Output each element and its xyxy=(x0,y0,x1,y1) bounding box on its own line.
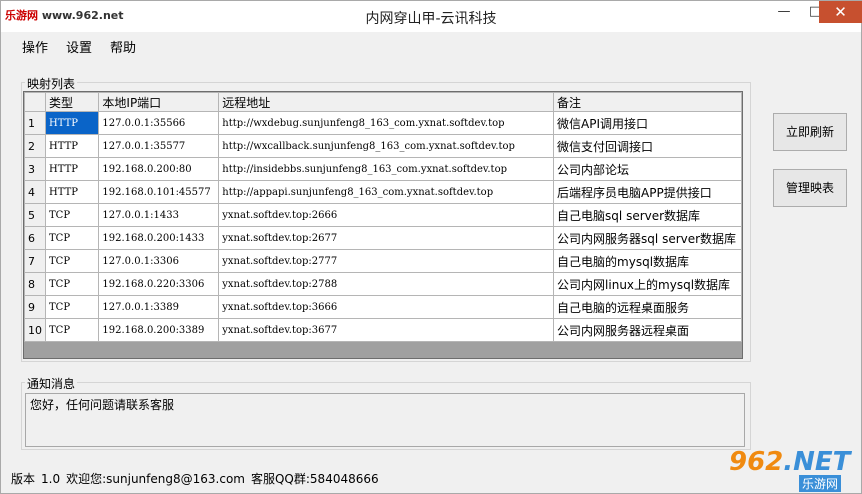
title-bar: 乐游网 www.962.net 内网穿山甲-云讯科技 — □ ✕ xyxy=(1,1,862,32)
cell-note[interactable]: 自己电脑的远程桌面服务 xyxy=(553,295,742,319)
site-logo: 962.NET 乐游网 xyxy=(729,445,857,492)
cell-note[interactable]: 公司内网linux上的mysql数据库 xyxy=(553,272,742,296)
cell-remote[interactable]: http://wxdebug.sunjunfeng8_163_com.yxnat… xyxy=(218,111,555,135)
cell-remote[interactable]: http://appapi.sunjunfeng8_163_com.yxnat.… xyxy=(218,180,555,204)
menu-bar: 操作 设置 帮助 xyxy=(1,32,861,56)
row-number[interactable]: 7 xyxy=(24,249,46,273)
table-header-row: 类型 本地IP端口 远程地址 备注 xyxy=(24,92,742,112)
welcome-text: 欢迎您:sunjunfeng8@163.com xyxy=(66,472,245,486)
table-row[interactable]: 10 TCP 192.168.0.200:3389 yxnat.softdev.top… xyxy=(24,318,742,342)
notice-text: 您好，任何问题请联系客服 xyxy=(30,398,175,412)
table-row[interactable]: 1 HTTP 127.0.0.1:35566 http://wxdebug.sunju… xyxy=(24,111,742,135)
cell-local[interactable]: 127.0.0.1:1433 xyxy=(98,203,220,227)
cell-local[interactable]: 127.0.0.1:35566 xyxy=(98,111,220,135)
logo-number: 962 xyxy=(729,447,784,477)
cell-local[interactable]: 192.168.0.220:3306 xyxy=(98,272,220,296)
cell-remote[interactable]: yxnat.softdev.top:2788 xyxy=(218,272,555,296)
cell-remote[interactable]: yxnat.softdev.top:3677 xyxy=(218,318,555,342)
version-label: 版本 xyxy=(11,472,36,486)
cell-note[interactable]: 微信支付回调接口 xyxy=(553,134,742,158)
close-button[interactable]: ✕ xyxy=(819,1,862,23)
row-number[interactable]: 8 xyxy=(24,272,46,296)
cell-type[interactable]: TCP xyxy=(44,318,100,342)
column-header-local[interactable]: 本地IP端口 xyxy=(98,92,220,112)
cell-remote[interactable]: yxnat.softdev.top:2666 xyxy=(218,203,555,227)
mapping-group-title: 映射列表 xyxy=(25,75,78,92)
manage-button[interactable]: 管理映表 xyxy=(773,169,847,207)
notice-group-title: 通知消息 xyxy=(25,375,78,392)
app-window: 乐游网 www.962.net 内网穿山甲-云讯科技 — □ ✕ 操作 设置 帮… xyxy=(0,0,862,494)
window-title: 内网穿山甲-云讯科技 xyxy=(365,11,497,27)
menu-settings[interactable]: 设置 xyxy=(66,37,92,56)
table-row[interactable]: 9 TCP 127.0.0.1:3389 yxnat.softdev.top:3666… xyxy=(24,295,742,319)
cell-local[interactable]: 192.168.0.200:3389 xyxy=(98,318,220,342)
minimize-button[interactable]: — xyxy=(767,1,801,23)
table-row[interactable]: 7 TCP 127.0.0.1:3306 yxnat.softdev.top:2777… xyxy=(24,249,742,273)
cell-type[interactable]: HTTP xyxy=(44,157,100,181)
cell-remote[interactable]: http://insidebbs.sunjunfeng8_163_com.yxn… xyxy=(218,157,555,181)
cell-note[interactable]: 自己电脑的mysql数据库 xyxy=(553,249,742,273)
cell-local[interactable]: 127.0.0.1:3389 xyxy=(98,295,220,319)
cell-type[interactable]: TCP xyxy=(44,295,100,319)
table-row[interactable]: 5 TCP 127.0.0.1:1433 yxnat.softdev.top:2666… xyxy=(24,203,742,227)
cell-local[interactable]: 127.0.0.1:3306 xyxy=(98,249,220,273)
menu-help[interactable]: 帮助 xyxy=(110,37,136,56)
table-row[interactable]: 8 TCP 192.168.0.220:3306 yxnat.softdev.top:… xyxy=(24,272,742,296)
qq-group-text: 客服QQ群:584048666 xyxy=(250,472,379,486)
cell-local[interactable]: 192.168.0.200:1433 xyxy=(98,226,220,250)
cell-remote[interactable]: yxnat.softdev.top:3666 xyxy=(218,295,555,319)
row-number[interactable]: 5 xyxy=(24,203,46,227)
cell-local[interactable]: 192.168.0.200:80 xyxy=(98,157,220,181)
cell-remote[interactable]: yxnat.softdev.top:2677 xyxy=(218,226,555,250)
cell-note[interactable]: 微信API调用接口 xyxy=(553,111,742,135)
cell-type[interactable]: TCP xyxy=(44,249,100,273)
cell-note[interactable]: 公司内部论坛 xyxy=(553,157,742,181)
column-header-remote[interactable]: 远程地址 xyxy=(218,92,555,112)
menu-operate[interactable]: 操作 xyxy=(22,37,48,56)
cell-type[interactable]: HTTP xyxy=(44,180,100,204)
cell-note[interactable]: 公司内网服务器远程桌面 xyxy=(553,318,742,342)
cell-type[interactable]: TCP xyxy=(44,203,100,227)
cell-note[interactable]: 公司内网服务器sql server数据库 xyxy=(553,226,742,250)
cell-remote[interactable]: yxnat.softdev.top:2777 xyxy=(218,249,555,273)
row-number[interactable]: 2 xyxy=(24,134,46,158)
table-row[interactable]: 3 HTTP 192.168.0.200:80 http://insidebbs.su… xyxy=(24,157,742,181)
table-row[interactable]: 4 HTTP 192.168.0.101:45577 http://appapi.su… xyxy=(24,180,742,204)
row-number[interactable]: 10 xyxy=(24,318,46,342)
cell-type[interactable]: TCP xyxy=(44,226,100,250)
table-row[interactable]: 6 TCP 192.168.0.200:1433 yxnat.softdev.top:… xyxy=(24,226,742,250)
row-number[interactable]: 4 xyxy=(24,180,46,204)
table-row[interactable]: 2 HTTP 127.0.0.1:35577 http://wxcallback.su… xyxy=(24,134,742,158)
version-value: 1.0 xyxy=(41,472,61,486)
row-number[interactable]: 1 xyxy=(24,111,46,135)
cell-type[interactable]: HTTP xyxy=(44,134,100,158)
header-corner xyxy=(24,92,46,112)
notice-textbox[interactable]: 您好，任何问题请联系客服 xyxy=(25,393,745,447)
cell-local[interactable]: 127.0.0.1:35577 xyxy=(98,134,220,158)
row-number[interactable]: 9 xyxy=(24,295,46,319)
status-bar: 版本 1.0 欢迎您:sunjunfeng8@163.com 客服QQ群:584048… xyxy=(11,470,385,487)
cell-note[interactable]: 后端程序员电脑APP提供接口 xyxy=(553,180,742,204)
cell-type[interactable]: TCP xyxy=(44,272,100,296)
cell-note[interactable]: 自己电脑sql server数据库 xyxy=(553,203,742,227)
cell-type[interactable]: HTTP xyxy=(44,111,100,135)
column-header-note[interactable]: 备注 xyxy=(553,92,742,112)
cell-local[interactable]: 192.168.0.101:45577 xyxy=(98,180,220,204)
mapping-table: 类型 本地IP端口 远程地址 备注 1 HTTP 127.0.0.1:35566 ht… xyxy=(23,91,743,359)
row-number[interactable]: 3 xyxy=(24,157,46,181)
refresh-button[interactable]: 立即刷新 xyxy=(773,113,847,151)
logo-suffix: .NET xyxy=(783,447,851,477)
column-header-type[interactable]: 类型 xyxy=(44,92,100,112)
cell-remote[interactable]: http://wxcallback.sunjunfeng8_163_com.yx… xyxy=(218,134,555,158)
logo-caption: 乐游网 xyxy=(799,475,842,492)
row-number[interactable]: 6 xyxy=(24,226,46,250)
